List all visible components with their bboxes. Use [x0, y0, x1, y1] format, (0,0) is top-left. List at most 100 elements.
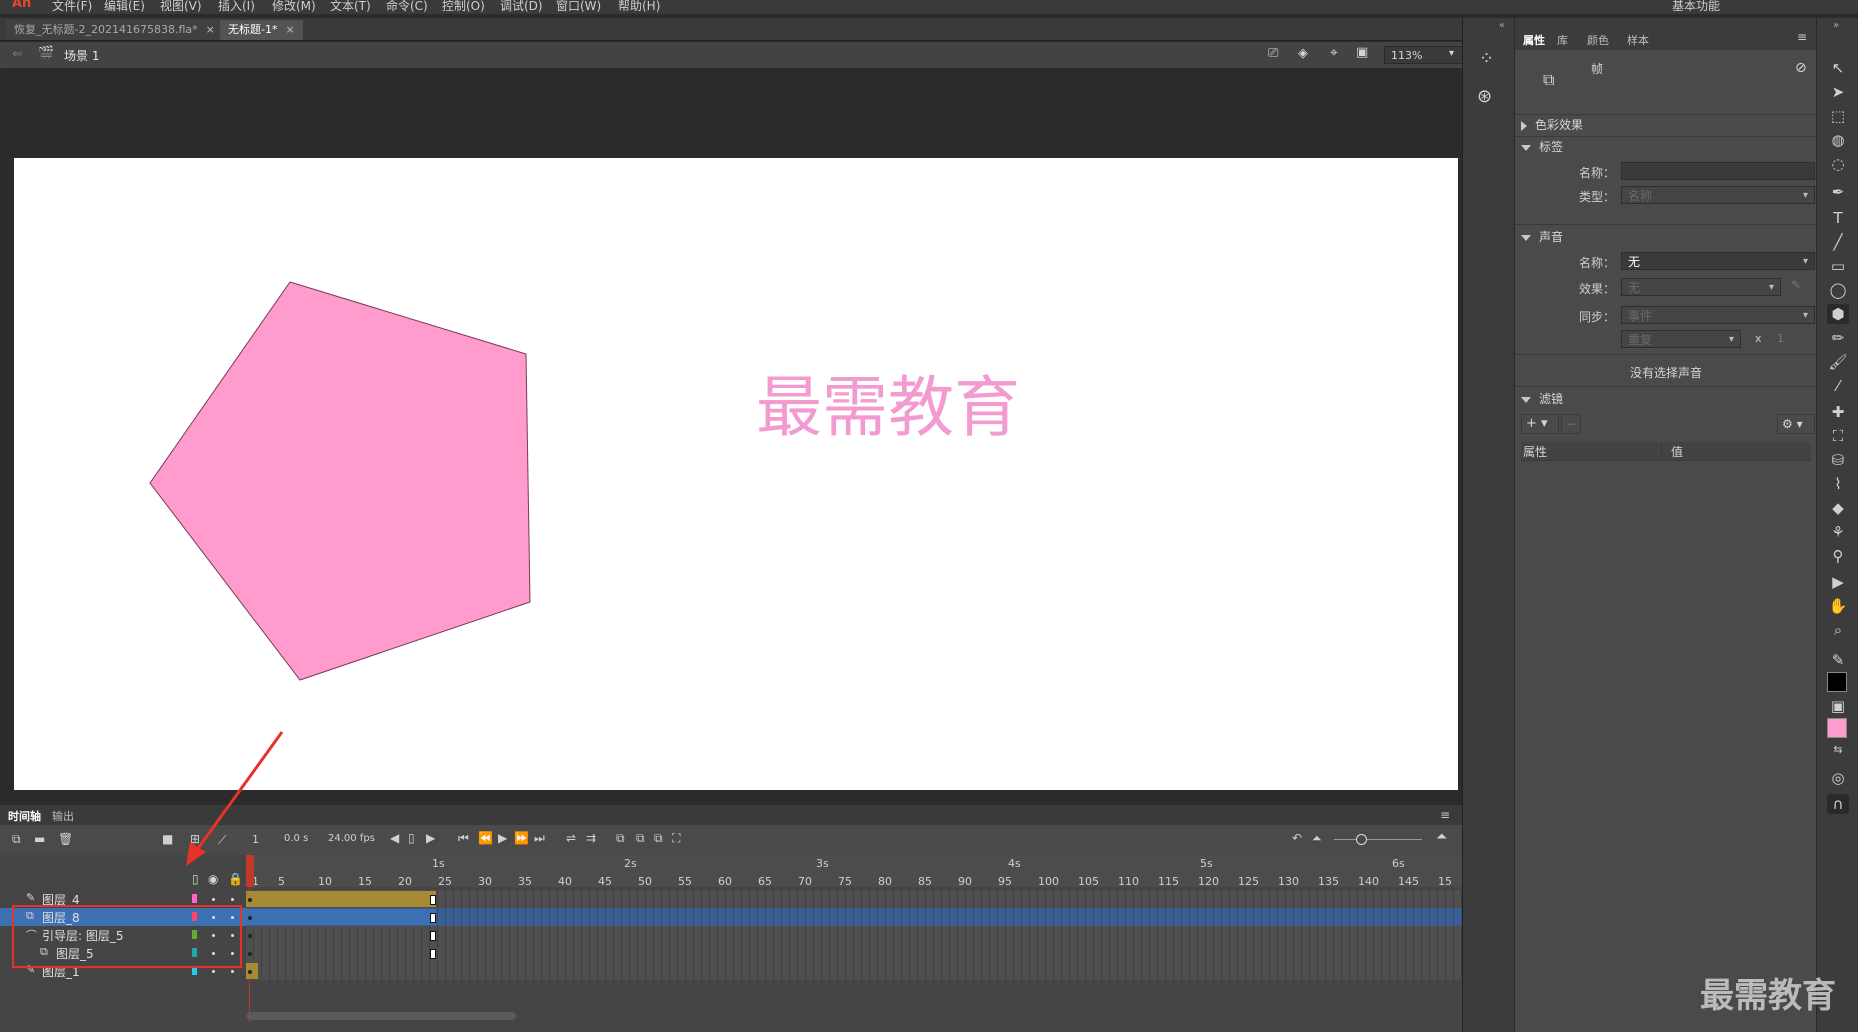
menu-edit[interactable]: 编辑(E) — [104, 0, 145, 14]
bone-tool-icon[interactable]: ✚ — [1827, 402, 1849, 422]
frame-span[interactable] — [246, 891, 436, 907]
frames-row[interactable] — [246, 926, 1462, 944]
snap-to-objects-icon[interactable]: ◎ — [1827, 768, 1849, 788]
timeline-zoom-slider[interactable] — [1334, 839, 1422, 840]
step-forward-icon[interactable]: ⏩ — [514, 831, 529, 845]
frames-row[interactable] — [246, 908, 1462, 926]
delete-layer-icon[interactable]: 🗑 — [58, 832, 73, 846]
clip-icon[interactable]: ▣ — [1356, 45, 1368, 60]
tab-library[interactable]: 库 — [1557, 32, 1568, 48]
menu-commands[interactable]: 命令(C) — [386, 0, 428, 14]
prev-keyframe-icon[interactable]: ◀ — [390, 831, 399, 845]
frame-rate[interactable]: 24.00 fps — [328, 833, 375, 844]
brush-tool-icon[interactable]: ⁄ — [1827, 376, 1849, 396]
doc-tab-untitled[interactable]: 无标题-1* × — [220, 20, 303, 40]
frames-row[interactable] — [246, 944, 1462, 962]
pencil-tool-icon[interactable]: ✏ — [1827, 328, 1849, 348]
snap-icon[interactable]: ⌖ — [1330, 45, 1338, 61]
frame-span[interactable] — [246, 909, 436, 925]
label-type-select[interactable]: 名称 ▾ — [1621, 186, 1815, 204]
paint-bucket-tool-icon[interactable]: ⛶ — [1827, 426, 1849, 446]
center-frame-icon[interactable]: ⇉ — [586, 831, 596, 845]
lock-dot[interactable] — [231, 898, 234, 901]
go-to-first-icon[interactable]: ⏮ — [458, 831, 469, 846]
stage[interactable]: 最需教育 — [14, 158, 1458, 790]
layer-color-swatch[interactable] — [192, 894, 197, 903]
end-frame-marker[interactable] — [430, 949, 436, 959]
lock-icon[interactable]: 🔒 — [228, 872, 243, 886]
scene-menu-icon[interactable]: ⎚ — [1268, 46, 1278, 61]
keyframe-dot[interactable] — [248, 970, 252, 974]
tab-output[interactable]: 输出 — [52, 808, 74, 824]
hand-tool-icon[interactable]: ✋ — [1827, 596, 1849, 616]
keyframe-dot[interactable] — [248, 898, 252, 902]
section-color-effect[interactable]: 色彩效果 — [1521, 116, 1583, 133]
label-name-input[interactable] — [1621, 162, 1815, 180]
eyedropper-tool-icon[interactable]: ⌇ — [1827, 474, 1849, 494]
line-tool-icon[interactable]: ╱ — [1827, 232, 1849, 252]
undo-icon[interactable]: ↶ — [1292, 831, 1302, 845]
magnet-icon[interactable]: ∩ — [1827, 794, 1849, 814]
zoom-in-icon[interactable]: ⏶ — [1436, 829, 1447, 845]
edit-pencil-icon[interactable]: ✎ — [1791, 278, 1801, 292]
sound-repeat-select[interactable]: 重复 ▾ — [1621, 330, 1741, 348]
tab-timeline[interactable]: 时间轴 — [8, 808, 41, 824]
close-icon[interactable]: × — [206, 23, 215, 36]
outline-column-icon[interactable]: ▯ — [192, 872, 199, 886]
lasso-tool-icon[interactable]: ◌ — [1827, 154, 1849, 174]
pen-tool-icon[interactable]: ✒ — [1827, 182, 1849, 202]
polystar-tool-icon[interactable]: ⬢ — [1827, 304, 1849, 324]
symbol-menu-icon[interactable]: ◈ — [1298, 46, 1308, 61]
3d-rotation-tool-icon[interactable]: ◍ — [1827, 130, 1849, 150]
menu-modify[interactable]: 修改(M) — [272, 0, 316, 14]
menu-window[interactable]: 窗口(W) — [556, 0, 601, 14]
timeline-scrollbar[interactable] — [246, 1012, 516, 1020]
new-folder-icon[interactable]: ▬ — [34, 832, 45, 846]
collapse-icon[interactable]: « — [1499, 20, 1505, 31]
section-filters[interactable]: 滤镜 — [1521, 390, 1563, 407]
subselection-tool-icon[interactable]: ➤ — [1827, 82, 1849, 102]
menu-help[interactable]: 帮助(H) — [618, 0, 660, 14]
go-to-last-icon[interactable]: ⏭ — [534, 831, 545, 846]
width-tool-icon[interactable]: ⚘ — [1827, 522, 1849, 542]
collapse-icon[interactable]: » — [1833, 20, 1839, 31]
eye-icon[interactable]: ◉ — [208, 872, 218, 886]
camera-tool-icon[interactable]: ▶ — [1827, 572, 1849, 592]
paint-brush-tool-icon[interactable]: 🖌 — [1827, 352, 1849, 372]
keyframe-dot[interactable] — [248, 916, 252, 920]
zoom-out-icon[interactable]: ⏶ — [1312, 831, 1322, 846]
stroke-color-icon[interactable]: ✎ — [1827, 650, 1849, 670]
onion-skin-icon[interactable]: ⧉ — [616, 831, 625, 846]
keyframe-dot[interactable] — [248, 952, 252, 956]
zoom-select[interactable]: 113% ▾ — [1384, 46, 1464, 64]
oval-tool-icon[interactable]: ◯ — [1827, 280, 1849, 300]
text-tool-icon[interactable]: T — [1827, 208, 1849, 228]
menu-view[interactable]: 视图(V) — [160, 0, 202, 14]
menu-control[interactable]: 控制(O) — [442, 0, 485, 14]
close-icon[interactable]: × — [285, 23, 294, 36]
stage-text[interactable]: 最需教育 — [756, 354, 1020, 450]
play-icon[interactable]: ▶ — [498, 831, 507, 845]
rectangle-tool-icon[interactable]: ▭ — [1827, 256, 1849, 276]
remove-filter-button[interactable]: − — [1561, 414, 1581, 434]
panel-menu-icon[interactable]: ≡ — [1440, 808, 1450, 822]
sound-effect-select[interactable]: 无 ▾ — [1621, 278, 1781, 296]
tab-properties[interactable]: 属性 — [1523, 32, 1545, 48]
doc-tab-recovered[interactable]: 恢复_无标题-2_202141675838.fla* × — [6, 20, 223, 40]
sound-sync-select[interactable]: 事件 ▾ — [1621, 306, 1815, 324]
workspace-switcher[interactable]: 基本功能 — [1672, 0, 1720, 14]
onion-outline-icon[interactable]: ⧉ — [636, 831, 645, 846]
eraser-tool-icon[interactable]: ◆ — [1827, 498, 1849, 518]
fill-color-swatch[interactable] — [1827, 718, 1847, 738]
end-frame-marker[interactable] — [430, 895, 436, 905]
panel-menu-icon[interactable]: ≡ — [1797, 30, 1807, 44]
visibility-dot[interactable] — [212, 970, 215, 973]
loop-icon[interactable]: ⇌ — [566, 831, 576, 845]
fill-bucket-icon[interactable]: ▣ — [1827, 696, 1849, 716]
help-icon[interactable]: ⊘ — [1795, 60, 1807, 76]
swap-colors-icon[interactable]: ⇆ — [1827, 740, 1849, 760]
filter-settings-button[interactable]: ⚙ ▾ — [1777, 414, 1815, 434]
lock-dot[interactable] — [231, 970, 234, 973]
add-filter-button[interactable]: + ▾ — [1521, 414, 1559, 434]
free-transform-tool-icon[interactable]: ⬚ — [1827, 106, 1849, 126]
